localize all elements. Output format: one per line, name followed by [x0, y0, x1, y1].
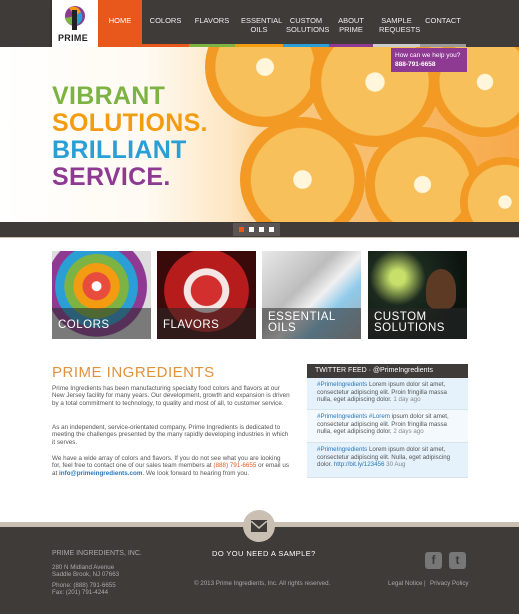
footer-address-2: Saddle Brook, NJ 07663	[52, 571, 120, 578]
nav-sample-requests[interactable]: SAMPLE REQUESTS	[373, 0, 420, 47]
hero-headline: VIBRANT SOLUTIONS. BRILLIANT SERVICE.	[52, 83, 208, 191]
about-paragraph-2: As an independent, service-orientated co…	[52, 424, 289, 446]
help-phone: 888-791-6658	[395, 61, 436, 68]
sample-request-button[interactable]	[243, 510, 275, 542]
copyright: © 2013 Prime Ingredients, Inc. All right…	[194, 580, 331, 587]
slide-dot-4[interactable]	[269, 227, 274, 232]
twitter-feed-header: TWITTER FEED · @PrimeIngredients	[307, 364, 468, 378]
tweet: #PrimeIngredients Lorem ipsum dolor sit …	[307, 443, 468, 478]
hero-line-4: SERVICE.	[52, 163, 171, 191]
tile-flavors-label: FLAVORS	[157, 308, 256, 339]
tile-essential-oils-label: ESSENTIAL OILS	[262, 308, 361, 339]
nav-contact[interactable]: CONTACT	[420, 0, 466, 47]
tile-flavors[interactable]: FLAVORS	[157, 251, 256, 339]
footer-separator: |	[424, 580, 426, 587]
envelope-icon	[250, 520, 268, 532]
hero-line-1: VIBRANT	[52, 82, 166, 110]
help-question: How can we help you?	[395, 52, 461, 59]
prime-logo-icon	[65, 6, 85, 30]
hero-banner: VIBRANT SOLUTIONS. BRILLIANT SERVICE.	[0, 47, 519, 222]
about-paragraph-1: Prime Ingredients has been manufacturing…	[52, 385, 290, 407]
footer-fax: Fax: (201) 791-4244	[52, 589, 109, 596]
tweet-link[interactable]: http://bit.ly/123456	[332, 461, 385, 468]
tweet-hashtag[interactable]: #PrimeIngredients	[317, 381, 367, 388]
slider-pagination	[233, 223, 280, 236]
nav-about-prime[interactable]: ABOUT PRIME	[329, 0, 373, 47]
slide-dot-2[interactable]	[249, 227, 254, 232]
nav-colors[interactable]: COLORS	[142, 0, 189, 47]
tile-colors-label: COLORS	[52, 308, 151, 339]
about-paragraph-3: We have a wide array of colors and flavo…	[52, 455, 289, 477]
person-image	[426, 269, 456, 309]
nav-flavors[interactable]: FLAVORS	[189, 0, 235, 47]
twitter-feed: TWITTER FEED · @PrimeIngredients #PrimeI…	[307, 364, 468, 478]
hero-line-2: SOLUTIONS.	[52, 109, 208, 137]
tweet-hashtag[interactable]: #PrimeIngredients #Lorem	[317, 413, 390, 420]
tile-custom-solutions[interactable]: CUSTOM SOLUTIONS	[368, 251, 467, 339]
tile-essential-oils[interactable]: ESSENTIAL OILS	[262, 251, 361, 339]
tile-custom-solutions-label: CUSTOM SOLUTIONS	[368, 308, 467, 339]
help-callout[interactable]: How can we help you? 888-791-6658	[391, 48, 467, 72]
twitter-icon[interactable]: t	[449, 552, 466, 569]
tweet-hashtag[interactable]: #PrimeIngredients	[317, 446, 367, 453]
hero-line-3: BRILLIANT	[52, 136, 187, 164]
legal-notice-link[interactable]: Legal Notice	[388, 580, 422, 587]
orange-slice-image	[205, 47, 325, 127]
email-link[interactable]: info@primeingredients.com	[59, 470, 142, 477]
tile-colors[interactable]: COLORS	[52, 251, 151, 339]
divider	[0, 237, 519, 238]
privacy-policy-link[interactable]: Privacy Policy	[430, 580, 469, 587]
slide-dot-1[interactable]	[239, 227, 244, 232]
logo-text: PRIME	[58, 33, 89, 43]
tweet: #PrimeIngredients Lorem ipsum dolor sit …	[307, 378, 468, 410]
nav-custom-solutions[interactable]: CUSTOM SOLUTIONS	[283, 0, 329, 47]
logo[interactable]: PRIME	[52, 0, 98, 47]
about-title: PRIME INGREDIENTS	[52, 364, 215, 381]
sample-cta[interactable]: DO YOU NEED A SAMPLE?	[212, 550, 316, 558]
sales-phone-link[interactable]: (888) 791-6655	[213, 462, 256, 469]
tweet: #PrimeIngredients #Lorem ipsum dolor sit…	[307, 410, 468, 443]
nav-essential-oils[interactable]: ESSENTIAL OILS	[235, 0, 283, 47]
facebook-icon[interactable]: f	[425, 552, 442, 569]
slide-dot-3[interactable]	[259, 227, 264, 232]
footer-company: PRIME INGREDIENTS, INC.	[52, 550, 142, 557]
nav-home[interactable]: HOME	[98, 0, 142, 47]
